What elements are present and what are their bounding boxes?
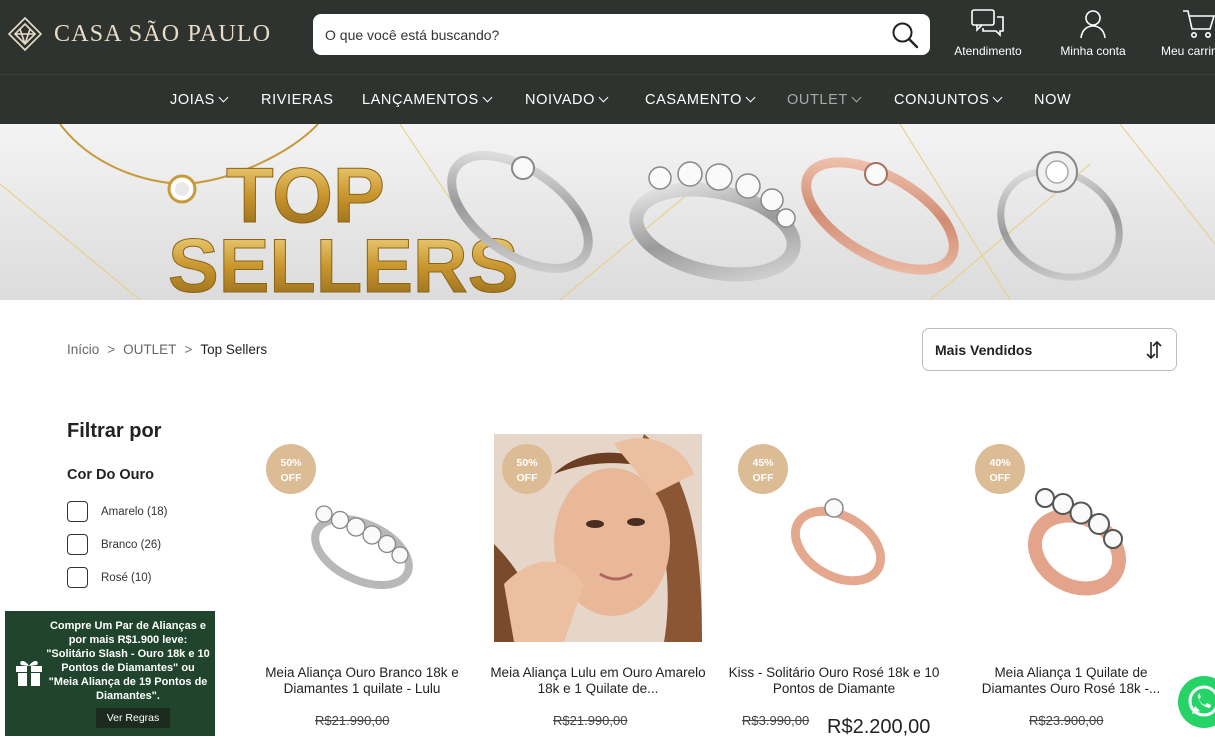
discount-off: OFF <box>280 472 302 484</box>
breadcrumb-separator: > <box>107 342 116 357</box>
nav-label: RIVIERAS <box>261 92 334 108</box>
nav-item-noivado[interactable]: NOIVADO <box>525 75 609 125</box>
filter-title: Filtrar por <box>67 420 162 442</box>
support-label: Atendimento <box>954 44 1022 58</box>
banner-title-sellers: SELLERS <box>168 224 519 300</box>
price-old: R$21.990,00 <box>315 713 390 728</box>
nav-item-casamento[interactable]: CASAMENTO <box>645 75 756 125</box>
price-old: R$23.900,00 <box>1029 713 1104 728</box>
filter-option-amarelo[interactable]: Amarelo (18) <box>67 501 167 522</box>
whatsapp-icon <box>1188 685 1215 717</box>
nav-label: OUTLET <box>787 92 848 108</box>
search-icon[interactable] <box>890 20 920 50</box>
discount-off: OFF <box>989 472 1011 484</box>
chevron-down-icon <box>482 92 493 103</box>
nav-item-now[interactable]: NOW <box>1034 75 1071 125</box>
filter-option-label: Rosé (10) <box>101 571 152 584</box>
sort-select[interactable]: Mais Vendidos <box>922 328 1177 371</box>
nav-label: JOIAS <box>170 92 215 108</box>
product-image[interactable]: 40% OFF <box>967 434 1175 642</box>
filter-option-rose[interactable]: Rosé (10) <box>67 567 152 588</box>
discount-percent: 50% <box>280 457 302 469</box>
discount-badge: 40% OFF <box>975 444 1025 494</box>
checkbox[interactable] <box>67 534 88 555</box>
support-link[interactable]: Atendimento <box>943 8 1033 64</box>
gift-icon <box>16 661 42 686</box>
breadcrumb-outlet[interactable]: OUTLET <box>123 342 176 357</box>
product-name[interactable]: Meia Aliança 1 Quilate de Diamantes Ouro… <box>961 665 1181 699</box>
breadcrumb: Início > OUTLET > Top Sellers <box>67 342 267 357</box>
checkbox[interactable] <box>67 501 88 522</box>
main-nav: JOIAS RIVIERAS LANÇAMENTOS NOIVADO CASAM… <box>0 74 1215 124</box>
brand-name: CASA SÃO PAULO <box>54 20 272 47</box>
nav-label: CASAMENTO <box>645 92 742 108</box>
checkbox[interactable] <box>67 567 88 588</box>
view-rules-button[interactable]: Ver Regras <box>96 708 170 728</box>
price-old: R$21.990,00 <box>553 713 628 728</box>
discount-badge: 50% OFF <box>266 444 316 494</box>
search-input[interactable] <box>325 14 885 55</box>
nav-item-rivieras[interactable]: RIVIERAS <box>261 75 334 125</box>
promo-popup: Compre Um Par de Alianças e por mais R$1… <box>5 611 215 736</box>
product-name[interactable]: Kiss - Solitário Ouro Rosé 18k e 10 Pont… <box>724 665 944 699</box>
sort-selected-label: Mais Vendidos <box>935 342 1033 358</box>
discount-badge: 45% OFF <box>738 444 788 494</box>
account-link[interactable]: Minha conta <box>1048 8 1138 64</box>
discount-percent: 40% <box>989 457 1011 469</box>
discount-badge: 50% OFF <box>502 444 552 494</box>
nav-label: NOW <box>1034 92 1072 108</box>
price-old: R$3.990,00 <box>742 713 810 728</box>
nav-label: NOIVADO <box>525 92 595 108</box>
chevron-down-icon <box>851 92 862 103</box>
nav-label: CONJUNTOS <box>894 92 990 108</box>
nav-label: LANÇAMENTOS <box>362 92 479 108</box>
product-card[interactable]: 50% OFF Meia Aliança Ouro Branco 18k e Di… <box>258 434 466 736</box>
nav-item-outlet[interactable]: OUTLET <box>787 75 862 125</box>
product-image[interactable]: 50% OFF <box>494 434 702 642</box>
product-name[interactable]: Meia Aliança Lulu em Ouro Amarelo 18k e … <box>488 665 708 699</box>
product-card[interactable]: 45% OFF Kiss - Solitário Ouro Rosé 18k e … <box>729 434 939 738</box>
breadcrumb-home[interactable]: Início <box>67 342 99 357</box>
product-name[interactable]: Meia Aliança Ouro Branco 18k e Diamantes… <box>252 665 472 699</box>
promo-text: Compre Um Par de Alianças e por mais R$1… <box>46 620 210 702</box>
breadcrumb-separator: > <box>184 342 193 357</box>
discount-percent: 45% <box>752 457 774 469</box>
brand-logo[interactable]: CASA SÃO PAULO <box>8 14 271 54</box>
user-icon <box>1080 10 1106 39</box>
top-header: CASA SÃO PAULO Atendimento Minha conta <box>0 0 1215 74</box>
banner-artwork: TOP SELLERS <box>0 124 1215 300</box>
chevron-down-icon <box>745 92 756 103</box>
filter-option-label: Amarelo (18) <box>101 505 168 518</box>
nav-item-joias[interactable]: JOIAS <box>170 75 229 125</box>
chat-bubbles-icon <box>971 9 1004 37</box>
top-sellers-banner[interactable]: TOP SELLERS <box>0 124 1215 300</box>
account-label: Minha conta <box>1060 44 1126 58</box>
product-image[interactable]: 50% OFF <box>258 434 466 642</box>
cart-label: Meu carrinho <box>1161 44 1215 58</box>
chevron-down-icon <box>992 92 1003 103</box>
search-bar <box>313 14 930 55</box>
discount-off: OFF <box>516 472 538 484</box>
product-card[interactable]: 40% OFF Meia Aliança 1 Quilate de Diamant… <box>967 434 1175 736</box>
filter-group-gold-color[interactable]: Cor Do Ouro <box>67 467 154 483</box>
chevron-down-icon <box>598 92 609 103</box>
nav-item-conjuntos[interactable]: CONJUNTOS <box>894 75 1003 125</box>
diamond-logo-icon <box>8 17 42 51</box>
filter-option-label: Branco (26) <box>101 538 162 551</box>
breadcrumb-current: Top Sellers <box>200 342 268 357</box>
filter-option-branco[interactable]: Branco (26) <box>67 534 161 555</box>
discount-off: OFF <box>752 472 774 484</box>
cart-icon <box>1183 10 1215 38</box>
sort-arrows-icon <box>1146 340 1162 360</box>
cart-link[interactable]: Meu carrinho <box>1150 8 1215 64</box>
product-card[interactable]: 50% OFF Meia Aliança Lulu em Ouro Amarelo… <box>490 434 706 736</box>
nav-item-lancamentos[interactable]: LANÇAMENTOS <box>362 75 493 125</box>
whatsapp-button[interactable] <box>1178 676 1215 728</box>
product-image[interactable]: 45% OFF <box>730 434 938 642</box>
chevron-down-icon <box>218 92 229 103</box>
discount-percent: 50% <box>516 457 538 469</box>
